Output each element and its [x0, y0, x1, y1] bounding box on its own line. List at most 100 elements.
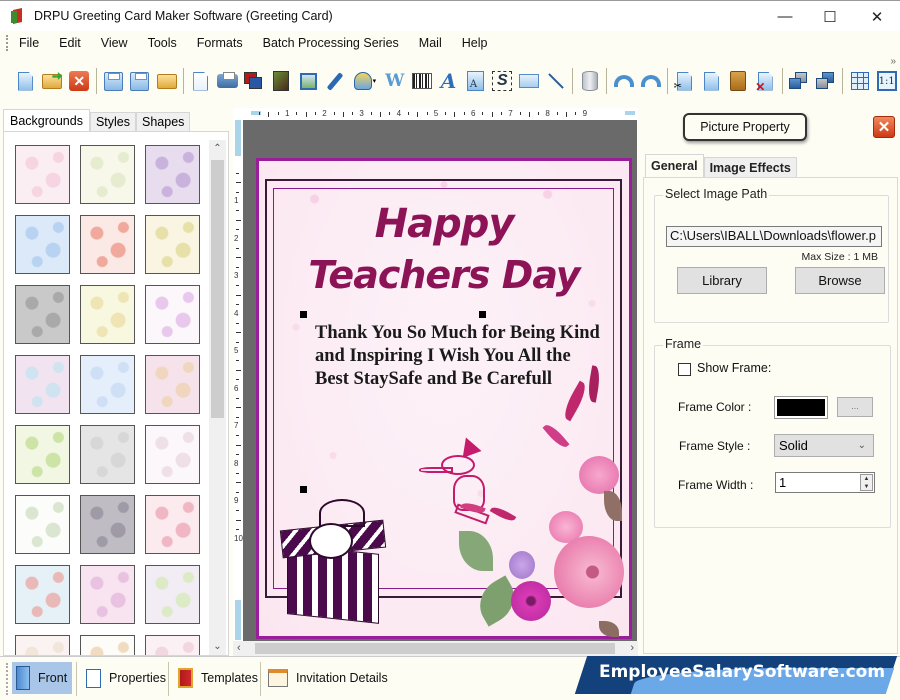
grid-button[interactable]: [849, 70, 871, 92]
scroll-left-button[interactable]: ‹: [237, 641, 241, 656]
background-thumbnail-pastel-circles[interactable]: [145, 355, 200, 414]
background-thumbnail-strawberries[interactable]: [80, 215, 135, 274]
browse-button[interactable]: Browse: [795, 267, 885, 294]
front-button[interactable]: Front: [12, 662, 72, 694]
background-thumbnail-holly[interactable]: [15, 495, 70, 554]
frame-style-select[interactable]: Solid ⌄: [774, 434, 874, 457]
save-button[interactable]: [102, 70, 124, 92]
menu-mail[interactable]: Mail: [409, 31, 452, 55]
background-thumbnail-pastel-stripes[interactable]: [15, 635, 70, 655]
undo-button[interactable]: [613, 70, 635, 92]
menu-edit[interactable]: Edit: [49, 31, 91, 55]
image-path-input[interactable]: C:\Users\IBALL\Downloads\flower.p: [666, 226, 882, 247]
background-thumbnail-gift-boxes[interactable]: [145, 285, 200, 344]
mail-button[interactable]: [518, 70, 540, 92]
toolbar-overflow-button[interactable]: »: [890, 56, 896, 67]
background-thumbnail-red-hearts[interactable]: [145, 495, 200, 554]
actual-size-button[interactable]: 1:1: [876, 70, 898, 92]
menu-formats[interactable]: Formats: [187, 31, 253, 55]
gallery-scrollbar[interactable]: ⌃ ⌄: [209, 140, 226, 655]
scroll-up-button[interactable]: ⌃: [209, 140, 226, 157]
spinner-arrows[interactable]: ▲ ▼: [860, 474, 873, 491]
line-button[interactable]: [545, 70, 567, 92]
menu-help[interactable]: Help: [452, 31, 498, 55]
tab-styles[interactable]: Styles: [89, 112, 137, 131]
menu-tools[interactable]: Tools: [138, 31, 187, 55]
library-button[interactable]: Library: [677, 267, 767, 294]
insert-image-button[interactable]: [297, 70, 319, 92]
tab-backgrounds[interactable]: Backgrounds: [3, 109, 90, 131]
background-thumbnail-leaves[interactable]: [145, 215, 200, 274]
menu-file[interactable]: File: [9, 31, 49, 55]
card-title-line1[interactable]: Happy: [259, 201, 629, 247]
paste-button[interactable]: [727, 70, 749, 92]
tab-general[interactable]: General: [645, 154, 704, 177]
background-thumbnail-baby-items[interactable]: [15, 145, 70, 204]
menu-view[interactable]: View: [91, 31, 138, 55]
selection-handle[interactable]: [479, 311, 486, 318]
card-title-line2[interactable]: Teachers Day: [259, 253, 629, 297]
background-thumbnail-flower-meadow[interactable]: [80, 285, 135, 344]
scroll-thumb[interactable]: [211, 160, 224, 418]
redo-button[interactable]: [640, 70, 662, 92]
print-button[interactable]: [217, 70, 239, 92]
show-frame-checkbox[interactable]: [678, 363, 691, 376]
close-window-button[interactable]: ✕: [854, 1, 900, 32]
background-thumbnail-butterflies[interactable]: [145, 565, 200, 624]
background-button[interactable]: [270, 70, 292, 92]
send-back-button[interactable]: [815, 70, 837, 92]
close-panel-button[interactable]: ✕: [873, 116, 895, 138]
background-thumbnail-santa-pattern[interactable]: [15, 565, 70, 624]
bottom-bar-grip[interactable]: [6, 663, 9, 695]
design-workspace[interactable]: Happy Teachers Day Thank You So Much for…: [243, 120, 637, 641]
frame-color-picker-button[interactable]: ...: [837, 397, 873, 417]
print-preview-button[interactable]: [244, 70, 266, 92]
templates-button[interactable]: Templates: [174, 662, 262, 694]
frame-color-swatch[interactable]: [774, 396, 828, 419]
background-thumbnail-blue-snowflakes[interactable]: [80, 355, 135, 414]
signature-text-button[interactable]: S: [491, 70, 513, 92]
background-thumbnail-pink-lace[interactable]: [145, 635, 200, 655]
background-thumbnail-grey-hearts[interactable]: [15, 285, 70, 344]
properties-button[interactable]: Properties: [82, 662, 170, 694]
frame-width-spinner[interactable]: 1 ▲ ▼: [775, 472, 875, 493]
open-button[interactable]: [41, 70, 63, 92]
tab-shapes[interactable]: Shapes: [136, 112, 191, 131]
selection-handle[interactable]: [300, 311, 307, 318]
greeting-card[interactable]: Happy Teachers Day Thank You So Much for…: [256, 158, 632, 639]
tab-image-effects[interactable]: Image Effects: [703, 157, 797, 177]
maximize-button[interactable]: ☐: [807, 1, 853, 32]
background-thumbnail-pastel-flowers[interactable]: [15, 355, 70, 414]
background-thumbnail-bokeh-lights[interactable]: [80, 495, 135, 554]
word-art-button[interactable]: W: [384, 70, 406, 92]
signature-button[interactable]: [324, 70, 346, 92]
copy-button[interactable]: [700, 70, 722, 92]
bring-front-button[interactable]: [788, 70, 810, 92]
background-thumbnail-sky-clouds[interactable]: [15, 215, 70, 274]
cut-button[interactable]: ✂: [674, 70, 696, 92]
background-thumbnail-teddy-bear[interactable]: [80, 635, 135, 655]
new-button[interactable]: [15, 70, 37, 92]
scroll-down-button[interactable]: ⌄: [209, 638, 226, 655]
background-thumbnail-pink-bubbles[interactable]: [80, 565, 135, 624]
text-button[interactable]: A: [438, 69, 460, 93]
minimize-button[interactable]: —: [762, 1, 808, 32]
barcode-button[interactable]: [411, 70, 433, 92]
background-thumbnail-doodle-text[interactable]: [145, 425, 200, 484]
background-thumbnail-purple-floral[interactable]: [145, 145, 200, 204]
scroll-thumb[interactable]: [255, 643, 615, 654]
gift-box-teddy-clipart[interactable]: [279, 499, 391, 631]
close-file-button[interactable]: ✕: [68, 70, 90, 92]
database-button[interactable]: [579, 70, 601, 92]
text-style-button[interactable]: A: [464, 70, 486, 92]
delete-button[interactable]: ✕: [754, 70, 776, 94]
background-thumbnail-white-heart[interactable]: [80, 425, 135, 484]
flower-bouquet-image[interactable]: [439, 361, 629, 637]
background-thumbnail-baby-toys[interactable]: [80, 145, 135, 204]
export-button[interactable]: [156, 70, 178, 92]
invitation-details-button[interactable]: Invitation Details: [264, 662, 392, 694]
shapes-button[interactable]: ▾: [351, 70, 379, 92]
menu-batch-processing-series[interactable]: Batch Processing Series: [253, 31, 409, 55]
properties-button[interactable]: [190, 70, 212, 92]
background-thumbnail-green-trees[interactable]: [15, 425, 70, 484]
